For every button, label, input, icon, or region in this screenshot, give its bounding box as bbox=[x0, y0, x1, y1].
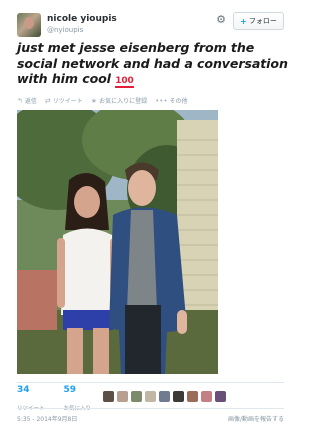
user-handle[interactable]: @nyioupis bbox=[47, 26, 83, 34]
divider bbox=[17, 408, 284, 409]
reply-icon: ↰ bbox=[17, 96, 23, 105]
favoriter-avatar[interactable] bbox=[159, 391, 170, 402]
favoriter-avatars bbox=[103, 391, 226, 402]
favoriter-avatar[interactable] bbox=[187, 391, 198, 402]
avatar[interactable] bbox=[17, 13, 41, 37]
follow-label: フォロー bbox=[248, 17, 277, 25]
retweet-count-label: リツイート bbox=[17, 406, 45, 412]
favoriter-avatar[interactable] bbox=[145, 391, 156, 402]
more-icon: ••• bbox=[155, 96, 168, 105]
favorite-count-label: お気に入り bbox=[63, 406, 92, 412]
retweet-icon: ⇄ bbox=[44, 96, 51, 105]
retweet-count-value: 34 bbox=[17, 385, 30, 395]
divider bbox=[17, 382, 284, 383]
favoriter-avatar[interactable] bbox=[201, 391, 212, 402]
favoriter-avatar[interactable] bbox=[131, 391, 142, 402]
favorite-label: お気に入りに登録 bbox=[99, 98, 148, 105]
favoriter-avatar[interactable] bbox=[117, 391, 128, 402]
retweet-label: リツイート bbox=[52, 98, 83, 105]
star-icon: ★ bbox=[90, 96, 98, 105]
reply-label: 返信 bbox=[24, 98, 37, 105]
report-media-link[interactable]: 画像/動画を報告する bbox=[228, 414, 284, 423]
favorite-button[interactable]: ★ お気に入りに登録 bbox=[90, 96, 148, 106]
add-user-icon: + bbox=[240, 16, 247, 26]
favorite-count-value: 59 bbox=[63, 385, 77, 395]
favorite-count[interactable]: 59 お気に入り bbox=[64, 385, 92, 414]
tweet-timestamp[interactable]: 5:35 - 2014年9月8日 bbox=[17, 414, 77, 423]
reply-button[interactable]: ↰ 返信 bbox=[17, 96, 37, 106]
favoriter-avatar[interactable] bbox=[173, 391, 184, 402]
tweet-card: nicole yioupis @nyioupis ⚙ + フォロー just m… bbox=[0, 0, 300, 439]
tweet-photo[interactable] bbox=[17, 110, 218, 374]
gear-icon[interactable]: ⚙ bbox=[215, 14, 227, 26]
tweet-stats: 34 リツイート 59 お気に入り bbox=[17, 385, 91, 414]
favoriter-avatar[interactable] bbox=[215, 391, 226, 402]
tweet-text: just met jesse eisenberg from the social… bbox=[17, 40, 289, 88]
follow-button[interactable]: + フォロー bbox=[233, 12, 284, 30]
favoriter-avatar[interactable] bbox=[103, 391, 114, 402]
hundred-points-emoji: 100 bbox=[115, 76, 134, 88]
more-label: その他 bbox=[169, 98, 188, 105]
display-name[interactable]: nicole yioupis bbox=[47, 14, 117, 24]
photo-image bbox=[17, 110, 218, 374]
tweet-body: just met jesse eisenberg from the social… bbox=[17, 40, 288, 86]
retweet-count[interactable]: 34 リツイート bbox=[17, 385, 45, 414]
tweet-actions: ↰ 返信 ⇄ リツイート ★ お気に入りに登録 ••• その他 bbox=[17, 96, 188, 106]
retweet-button[interactable]: ⇄ リツイート bbox=[44, 96, 83, 106]
more-button[interactable]: ••• その他 bbox=[155, 96, 188, 106]
